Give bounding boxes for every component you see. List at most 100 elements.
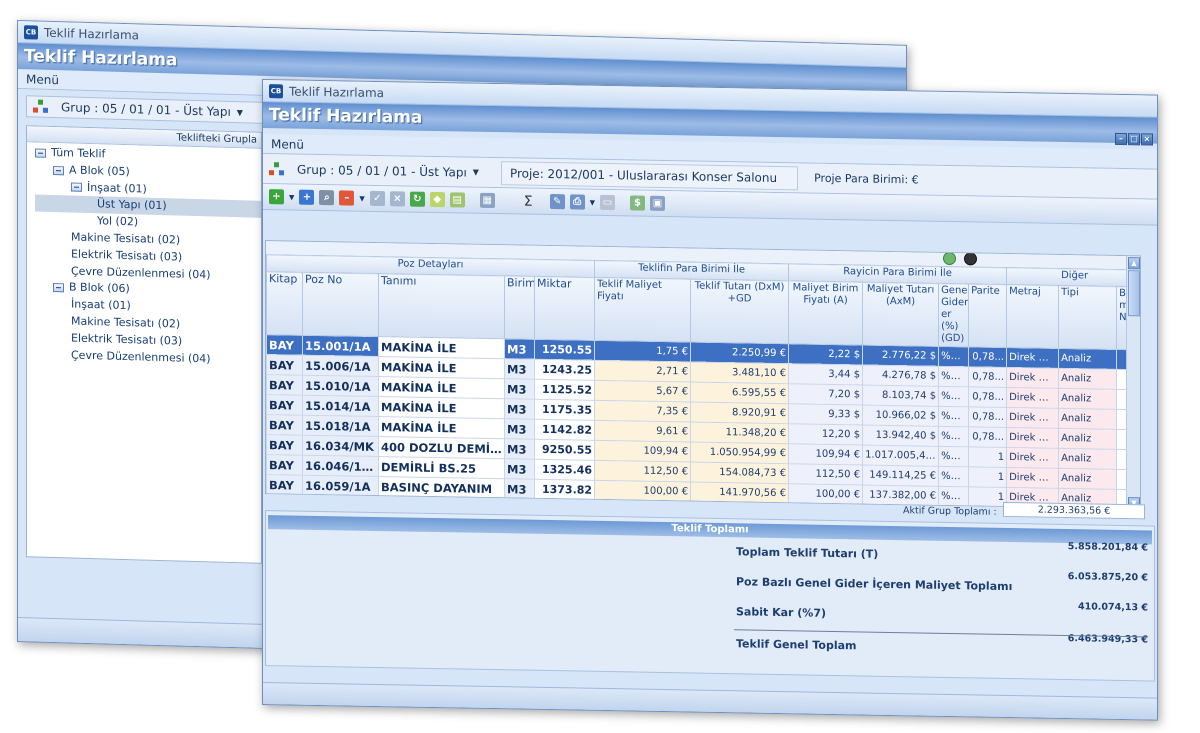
cell-maliyet-tutari[interactable]: 10.966,02 $ [862, 404, 939, 427]
cell-teklif-tutari[interactable]: 2.250,99 € [690, 341, 789, 364]
cell-metraj[interactable]: Direk Mik... [1006, 347, 1059, 369]
column-header-kitap[interactable]: Kitap [266, 271, 303, 336]
cell-genel-giderler[interactable]: %3... [938, 486, 969, 507]
back-menu-item[interactable]: Menü [26, 72, 59, 87]
sigma-icon[interactable]: Σ [524, 193, 533, 209]
cell-teklif-tutari[interactable]: 3.481,10 € [690, 361, 789, 384]
column-header-tipi[interactable]: Tipi [1058, 285, 1117, 350]
document-icon[interactable]: ▦ [479, 192, 495, 209]
cell-genel-giderler[interactable]: %3... [938, 446, 969, 467]
cell-genel-giderler[interactable]: %3... [938, 466, 969, 487]
check-icon[interactable]: ✓ [369, 190, 385, 207]
cell-parite[interactable]: 0,78... [968, 346, 1007, 368]
cell-tipi[interactable]: Analiz [1058, 348, 1117, 370]
cell-tipi[interactable]: Analiz [1058, 388, 1117, 410]
cell-metraj[interactable]: Direk Mik... [1006, 447, 1059, 469]
cell-kitap[interactable]: BAY [266, 454, 303, 476]
close-button[interactable]: × [1141, 133, 1153, 146]
cell-maliyet-birim-fiyati[interactable]: 112,50 € [788, 463, 863, 485]
cell-kitap[interactable]: BAY [266, 474, 303, 496]
collapse-icon[interactable] [35, 148, 46, 158]
cell-poz-no[interactable]: 15.006/1A [302, 355, 379, 377]
chevron-down-icon[interactable]: ▼ [359, 194, 364, 202]
cell-birimi[interactable]: M3 [504, 398, 535, 420]
insert-icon[interactable]: + [299, 189, 315, 205]
cell-birimi[interactable]: M3 [504, 438, 535, 460]
chevron-down-icon[interactable]: ▼ [473, 168, 479, 177]
cell-tipi[interactable]: Analiz [1058, 448, 1117, 470]
cell-genel-giderler[interactable]: %3... [938, 426, 969, 447]
cell-maliyet-tutari[interactable]: 137.382,00 € [862, 484, 939, 507]
cell-tanimi[interactable]: MAKİNA İLE [378, 396, 505, 419]
cell-birimi[interactable]: M3 [504, 458, 535, 480]
printer-icon[interactable]: ▭ [600, 194, 616, 211]
cell-miktar[interactable]: 1142.82 [534, 419, 595, 441]
cell-maliyet-tutari[interactable]: 4.276,78 $ [862, 364, 939, 387]
cell-tipi[interactable]: Analiz [1058, 368, 1117, 390]
cell-genel-giderler[interactable]: %3... [938, 366, 969, 387]
cell-birimi[interactable]: M3 [504, 358, 535, 380]
cell-teklif-maliyet-fiyati[interactable]: 109,94 € [594, 440, 691, 462]
search-icon[interactable]: ⌕ [319, 190, 335, 206]
cell-teklif-tutari[interactable]: 46.402,20 € [690, 501, 789, 510]
cell-miktar[interactable]: 1250.55 [534, 339, 595, 361]
cell-maliyet-birim-fiyati[interactable]: 11,05 TL [788, 503, 863, 510]
export-icon[interactable]: ▣ [650, 195, 666, 212]
next-icon[interactable] [964, 252, 977, 266]
cell-kitap[interactable]: BAY [266, 334, 303, 356]
cell-tanimi[interactable]: BASINÇ DAYANIM [378, 476, 505, 499]
column-header-teklif-tutari[interactable]: Teklif Tutarı (DxM) +GD [690, 278, 789, 344]
cell-teklif-maliyet-fiyati[interactable]: 1,75 € [594, 340, 691, 362]
cell-maliyet-tutari[interactable]: 13.942,40 $ [862, 424, 939, 447]
column-header-poz-no[interactable]: Poz No [302, 272, 379, 337]
cell-metraj[interactable]: Direk Mik... [1006, 407, 1059, 429]
tag-icon[interactable]: ◆ [429, 191, 445, 208]
cell-maliyet-birim-fiyati[interactable]: 9,33 $ [788, 403, 863, 425]
maximize-button[interactable]: □ [1128, 133, 1140, 146]
cell-parite[interactable]: 1 [968, 466, 1007, 488]
cell-poz-no[interactable]: 15.010/1A [302, 375, 379, 397]
cell-metraj[interactable]: Direk Mik... [1006, 367, 1059, 389]
cell-teklif-maliyet-fiyati[interactable]: 100,00 € [594, 480, 691, 502]
cell-kitap[interactable]: BAY [266, 494, 303, 510]
cell-kitap[interactable]: BAY [266, 374, 303, 396]
scroll-thumb[interactable] [1128, 270, 1140, 317]
cell-genel-giderler[interactable]: %3... [938, 386, 969, 407]
cell-teklif-tutari[interactable]: 154.084,73 € [690, 461, 789, 484]
cell-tanimi[interactable]: MAKİNA İLE [378, 376, 505, 399]
cell-teklif-maliyet-fiyati[interactable]: 9,61 € [594, 420, 691, 442]
cell-metraj[interactable]: Direk Mik... [1006, 427, 1059, 449]
cell-teklif-maliyet-fiyati[interactable]: 5,67 € [594, 380, 691, 402]
cell-maliyet-tutari[interactable]: 1.017.005,47 € [862, 444, 939, 467]
edit-icon[interactable]: ✎ [549, 194, 565, 210]
add-icon[interactable]: + [269, 189, 284, 205]
cell-miktar[interactable]: 1175.35 [534, 399, 595, 421]
collapse-icon[interactable] [53, 283, 64, 293]
cell-poz-no[interactable]: 16.046/1/... [302, 455, 379, 477]
cell-metraj[interactable]: Direk Mik... [1006, 467, 1059, 489]
cell-parite[interactable]: 0,78... [968, 406, 1007, 428]
cell-birimi[interactable]: M3 [504, 378, 535, 400]
cell-maliyet-birim-fiyati[interactable]: 100,00 € [788, 483, 863, 505]
cell-birimi[interactable]: M3 [504, 418, 535, 440]
column-header-genel-giderler[interactable]: Genel Giderl er (%) (GD) [938, 283, 969, 347]
column-header-birimi[interactable]: Birimi [504, 275, 535, 340]
cell-parite[interactable]: 0,78... [968, 386, 1007, 408]
cell-teklif-tutari[interactable]: 141.970,56 € [690, 481, 789, 504]
cell-maliyet-birim-fiyati[interactable]: 7,20 $ [788, 383, 863, 405]
cell-poz-no[interactable]: 15.014/1A [302, 395, 379, 417]
cell-parite[interactable]: 0,78... [968, 426, 1007, 448]
chevron-down-icon[interactable]: ▼ [237, 108, 243, 117]
cell-miktar[interactable]: 1243.25 [534, 359, 595, 381]
column-header-miktar[interactable]: Miktar [534, 276, 595, 341]
cell-kitap[interactable]: BAY [266, 434, 303, 456]
cell-metraj[interactable]: Direk Mik... [1006, 387, 1059, 409]
scroll-up-icon[interactable]: ▲ [1128, 257, 1140, 270]
column-header-maliyet-tutari[interactable]: Maliyet Tutarı (AxM) [862, 281, 939, 347]
cell-maliyet-birim-fiyati[interactable]: 2,22 $ [788, 343, 863, 365]
print-icon[interactable]: ⎙ [569, 194, 585, 210]
cell-tanimi[interactable]: MAKİNA İLE [378, 356, 505, 379]
column-header-maliyet-birim-fiyati[interactable]: Maliyet Birim Fiyatı (A) [788, 280, 863, 345]
cell-kitap[interactable]: BAY [266, 394, 303, 416]
money-icon[interactable]: $ [630, 195, 646, 211]
